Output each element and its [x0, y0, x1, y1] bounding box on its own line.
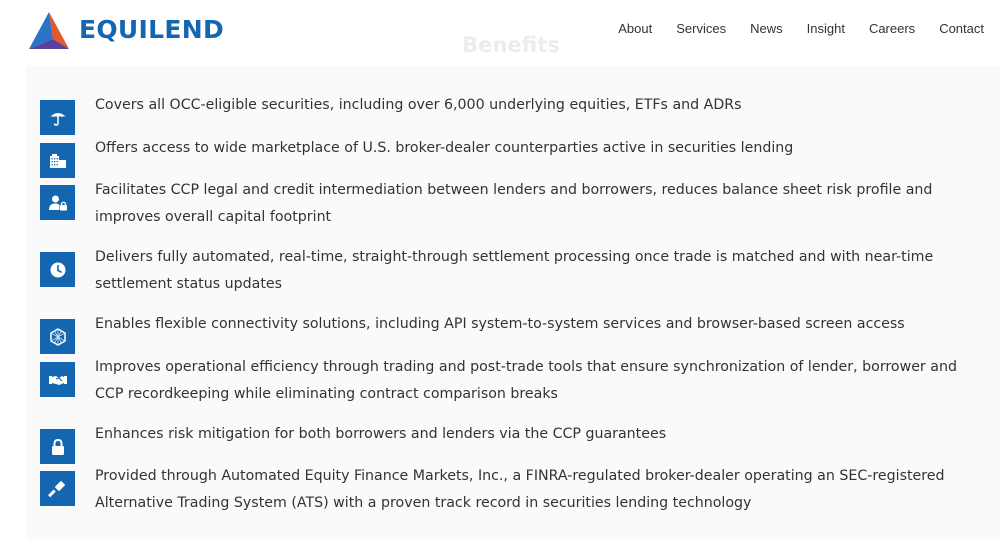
network-icon [40, 319, 75, 354]
benefit-text: Covers all OCC-eligible securities, incl… [95, 97, 742, 113]
benefit-item: Offers access to wide marketplace of U.S… [40, 140, 990, 178]
benefit-text: Enables flexible connectivity solutions,… [95, 316, 905, 332]
user-lock-icon [40, 185, 75, 220]
benefit-item: Enhances risk mitigation for both borrow… [40, 426, 990, 464]
benefit-text: Facilitates CCP legal and credit interme… [95, 182, 933, 225]
benefit-item: Enables flexible connectivity solutions,… [40, 316, 990, 354]
lock-icon [40, 429, 75, 464]
benefit-item: Improves operational efficiency through … [40, 359, 990, 407]
umbrella-icon [40, 100, 75, 135]
benefit-item: Provided through Automated Equity Financ… [40, 468, 990, 516]
section-title: Benefits [462, 33, 560, 57]
benefit-text: Offers access to wide marketplace of U.S… [95, 140, 794, 156]
benefit-text: Enhances risk mitigation for both borrow… [95, 426, 667, 442]
benefit-text: Improves operational efficiency through … [95, 359, 957, 402]
benefit-item: Facilitates CCP legal and credit interme… [40, 182, 990, 230]
gavel-icon [40, 471, 75, 506]
clock-icon [40, 252, 75, 287]
handshake-icon [40, 362, 75, 397]
benefit-item: Covers all OCC-eligible securities, incl… [40, 97, 990, 135]
building-icon [40, 143, 75, 178]
benefit-item: Delivers fully automated, real-time, str… [40, 249, 990, 297]
benefit-text: Delivers fully automated, real-time, str… [95, 249, 934, 292]
benefit-text: Provided through Automated Equity Financ… [95, 468, 945, 511]
